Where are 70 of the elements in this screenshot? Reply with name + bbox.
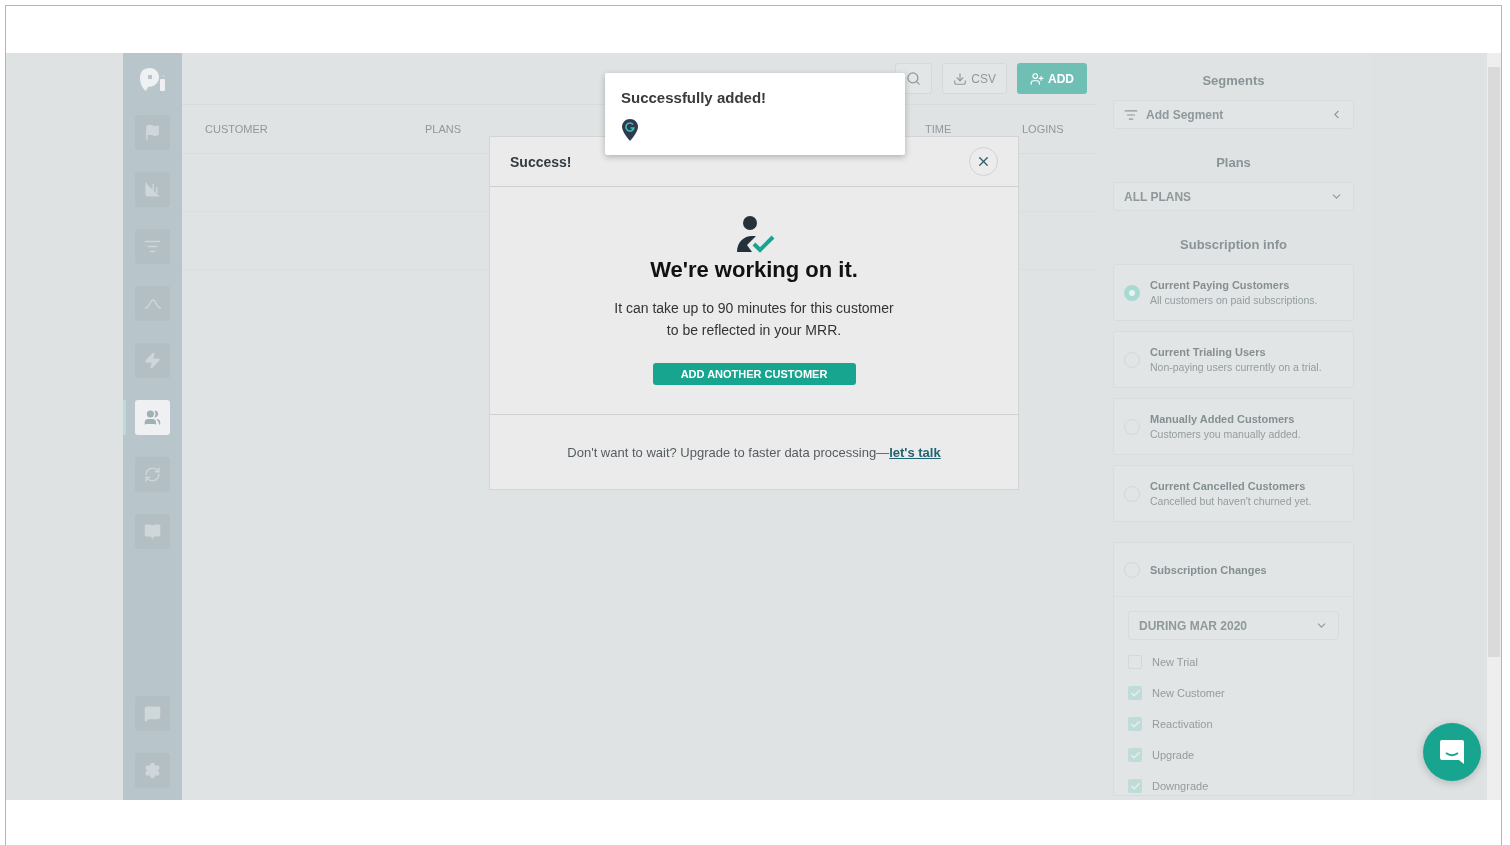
section-title: Plans xyxy=(1216,155,1251,170)
close-button[interactable] xyxy=(969,147,998,176)
add-button[interactable]: ADD xyxy=(1017,63,1087,94)
option-title: Current Trialing Users xyxy=(1150,346,1267,358)
add-user-icon xyxy=(1030,71,1044,86)
option-subtitle: All customers on paid subscriptions. xyxy=(1150,294,1318,306)
sidebar-item[interactable] xyxy=(135,696,170,731)
dialog-message: It can take up to 90 minutes for this customer to be reflected in your MRR. xyxy=(614,299,894,340)
people-icon xyxy=(144,409,161,426)
filter-icon xyxy=(144,238,161,255)
column-header[interactable]: LOGINS xyxy=(1022,123,1097,135)
upgrade-message: Don't want to wait? Upgrade to faster data processing— xyxy=(567,444,890,460)
sidebar-item[interactable] xyxy=(135,229,170,264)
checkbox[interactable] xyxy=(1128,748,1142,762)
flag-icon xyxy=(144,124,161,141)
search-icon xyxy=(906,71,922,86)
option-title: Current Cancelled Customers xyxy=(1150,480,1307,492)
sidebar-item[interactable] xyxy=(135,457,170,492)
section-title: Subscription info xyxy=(1180,237,1287,252)
sidebar-item[interactable] xyxy=(135,753,170,788)
checkbox-label: Upgrade xyxy=(1152,749,1195,761)
plans-dropdown[interactable]: ALL PLANS xyxy=(1113,182,1354,211)
checkbox[interactable] xyxy=(1128,779,1142,793)
logo-icon xyxy=(138,67,167,93)
download-icon xyxy=(953,71,968,86)
section-title: Segments xyxy=(1202,73,1265,88)
toast-message: Successfully added! xyxy=(621,89,768,106)
option-subtitle: Non-paying users currently on a trial. xyxy=(1150,361,1322,373)
period-dropdown[interactable]: DURING MAR 2020 xyxy=(1128,611,1339,640)
column-header[interactable]: TIME xyxy=(925,123,1022,135)
lets-talk-link[interactable]: let's talk xyxy=(889,444,941,460)
chat-icon xyxy=(144,705,161,722)
lightning-icon xyxy=(144,352,161,369)
checkbox[interactable] xyxy=(1128,686,1142,700)
option-subtitle: Cancelled but haven't churned yet. xyxy=(1150,495,1312,507)
settings-icon xyxy=(144,762,161,779)
sidebar-item[interactable] xyxy=(135,115,170,150)
dialog-title: Success! xyxy=(510,153,572,170)
option-title: Current Paying Customers xyxy=(1150,279,1291,291)
chat-bubble-icon xyxy=(1438,738,1466,766)
option-title: Subscription Changes xyxy=(1150,563,1267,576)
column-header[interactable]: CUSTOMER xyxy=(205,123,425,135)
csv-button[interactable]: CSV xyxy=(942,63,1007,94)
segment-option[interactable]: Current Paying Customers All customers on paid subscriptions. xyxy=(1113,264,1354,321)
sidebar-item[interactable] xyxy=(135,172,170,207)
sidebar-item[interactable] xyxy=(135,514,170,549)
bell-curve-icon xyxy=(143,298,162,309)
map-pin-icon xyxy=(621,118,639,142)
checkbox-label: New Customer xyxy=(1152,687,1225,699)
checkbox-label: Reactivation xyxy=(1152,718,1213,730)
dialog-heading: We're working on it. xyxy=(650,257,858,283)
close-icon xyxy=(976,154,991,169)
radio-button[interactable] xyxy=(1124,284,1140,301)
option-subtitle: Customers you manually added. xyxy=(1150,428,1301,440)
checkbox-label: Downgrade xyxy=(1152,780,1209,792)
segment-option[interactable]: Manually Added Customers Customers you manually added. xyxy=(1113,398,1354,455)
checkbox-label: New Trial xyxy=(1152,656,1198,668)
segment-option[interactable]: Current Trialing Users Non-paying users currently on a trial. xyxy=(1113,331,1354,388)
add-segment-field[interactable]: Add Segment xyxy=(1113,100,1354,129)
sidebar-item[interactable] xyxy=(135,400,170,435)
option-title: Manually Added Customers xyxy=(1150,413,1296,425)
refresh-icon xyxy=(144,466,161,483)
scrollbar[interactable] xyxy=(1487,53,1501,800)
segment-option[interactable]: Current Cancelled Customers Cancelled but haven't churned yet. xyxy=(1113,465,1354,522)
add-another-customer-button[interactable]: ADD ANOTHER CUSTOMER xyxy=(652,363,856,385)
checkbox[interactable] xyxy=(1128,717,1142,731)
selection-indicator xyxy=(123,400,126,435)
sidebar-item[interactable] xyxy=(135,343,170,378)
sidebar-item[interactable] xyxy=(135,286,170,321)
filter-icon xyxy=(1124,107,1138,122)
